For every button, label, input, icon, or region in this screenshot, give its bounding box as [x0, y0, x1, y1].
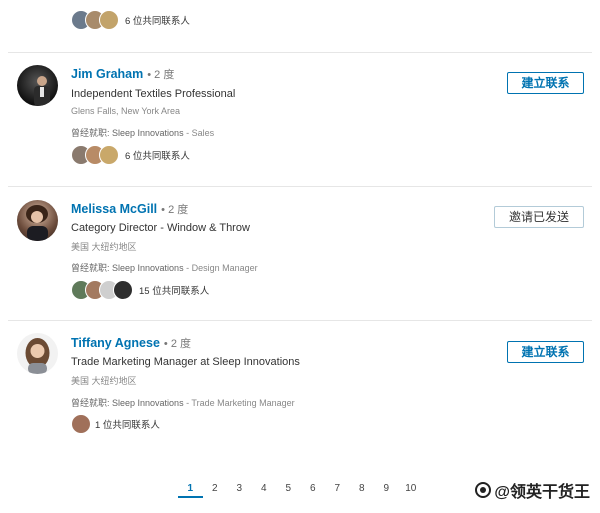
- page-1[interactable]: 1: [178, 483, 203, 498]
- shared-connections-count: 15 位共同联系人: [139, 286, 210, 297]
- person-location: 美国 大纽约地区: [71, 242, 137, 252]
- avatar[interactable]: [17, 200, 58, 241]
- avatar-photo: [34, 76, 50, 106]
- person-headline: Trade Marketing Manager at Sleep Innovat…: [71, 356, 300, 368]
- past-role: - Sales: [183, 128, 215, 138]
- page-9[interactable]: 9: [374, 483, 399, 498]
- shared-connections[interactable]: 15 位共同联系人: [71, 280, 209, 300]
- person-location: Glens Falls, New York Area: [71, 106, 181, 116]
- past-role: - Trade Marketing Manager: [183, 398, 295, 408]
- person-headline: Independent Textiles Professional: [71, 88, 236, 100]
- connect-button[interactable]: 建立联系: [507, 72, 584, 94]
- connection-degree: • 2 度: [163, 338, 192, 350]
- person-location: 美国 大纽约地区: [71, 376, 137, 386]
- connection-degree: • 2 度: [147, 69, 175, 81]
- avatar-photo: [25, 338, 50, 374]
- person-headline: Category Director - Window & Throw: [71, 222, 250, 234]
- divider: [8, 52, 592, 53]
- page-3[interactable]: 3: [227, 483, 252, 498]
- page-4[interactable]: 4: [252, 483, 277, 498]
- watermark: @领英干货王: [473, 478, 592, 502]
- past-prefix: 曾经就职:: [71, 398, 113, 408]
- shared-connections[interactable]: 1 位共同联系人: [71, 414, 160, 434]
- page-8[interactable]: 8: [350, 483, 375, 498]
- avatar[interactable]: [17, 333, 58, 374]
- page-6[interactable]: 6: [301, 483, 326, 498]
- connect-button[interactable]: 建立联系: [507, 341, 584, 363]
- avatar[interactable]: [17, 65, 58, 106]
- connection-avatar: [99, 145, 119, 165]
- divider: [8, 320, 592, 321]
- person-name[interactable]: Jim Graham • 2 度: [71, 66, 174, 82]
- person-name[interactable]: Melissa McGill • 2 度: [71, 201, 188, 217]
- pagination: 1 2 3 4 5 6 7 8 9 10: [178, 483, 423, 498]
- past-position: 曾经就职: Sleep Innovations - Sales: [71, 126, 214, 139]
- shared-connections-count: 1 位共同联系人: [95, 420, 160, 431]
- past-company: Sleep Innovations: [112, 263, 184, 273]
- past-prefix: 曾经就职:: [71, 263, 113, 273]
- connection-degree: • 2 度: [161, 204, 189, 216]
- connection-avatar: [71, 414, 91, 434]
- connection-avatar: [113, 280, 133, 300]
- past-prefix: 曾经就职:: [71, 128, 113, 138]
- watermark-text: @领英干货王: [494, 484, 590, 501]
- past-role: - Design Manager: [183, 263, 258, 273]
- past-position: 曾经就职: Sleep Innovations - Design Manager: [71, 261, 258, 274]
- page-5[interactable]: 5: [276, 483, 301, 498]
- shared-connections-count: 6 位共同联系人: [125, 16, 190, 27]
- shared-connections[interactable]: 6 位共同联系人: [71, 10, 190, 30]
- weibo-icon: [475, 482, 492, 498]
- shared-connections[interactable]: 6 位共同联系人: [71, 145, 190, 165]
- page-2[interactable]: 2: [203, 483, 228, 498]
- past-company: Sleep Innovations: [112, 398, 184, 408]
- past-company: Sleep Innovations: [112, 128, 184, 138]
- page-10[interactable]: 10: [399, 483, 424, 498]
- person-name[interactable]: Tiffany Agnese • 2 度: [71, 335, 191, 351]
- invitation-sent-button[interactable]: 邀请已发送: [494, 206, 584, 228]
- past-position: 曾经就职: Sleep Innovations - Trade Marketin…: [71, 396, 295, 409]
- connection-avatar: [99, 10, 119, 30]
- avatar-photo: [26, 205, 48, 241]
- divider: [8, 186, 592, 187]
- shared-connections-count: 6 位共同联系人: [125, 151, 190, 162]
- page-7[interactable]: 7: [325, 483, 350, 498]
